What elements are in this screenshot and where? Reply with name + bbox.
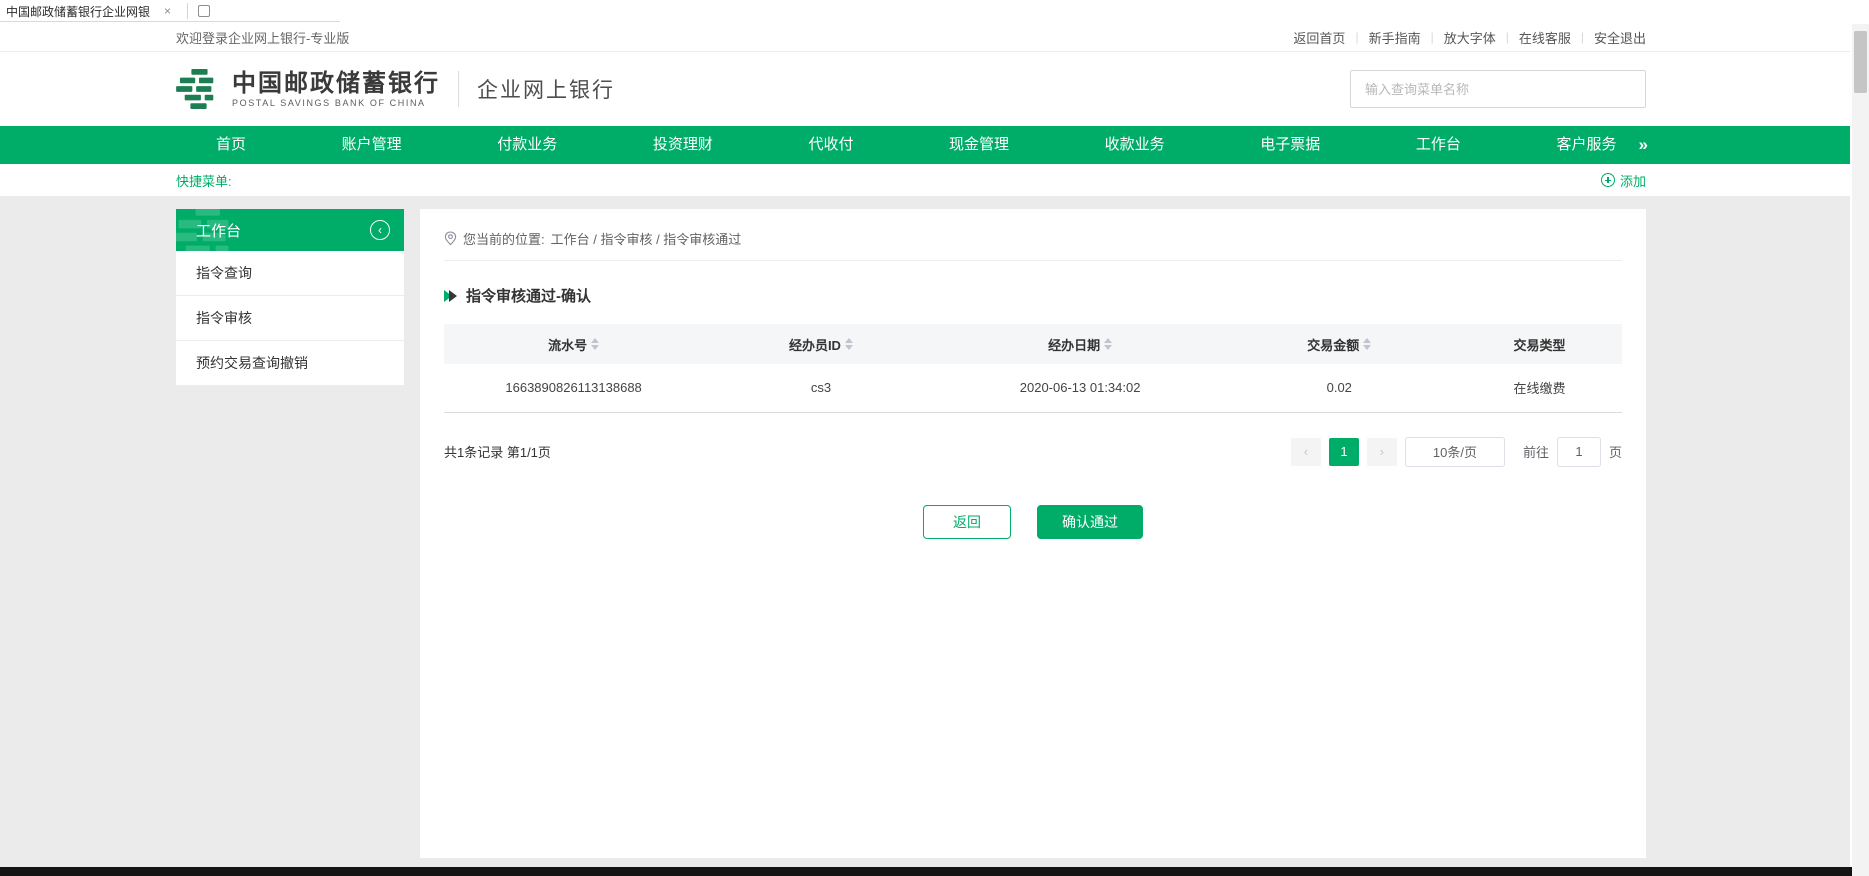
top-link-3[interactable]: 在线客服 (1519, 28, 1571, 47)
breadcrumb-path: 工作台 / 指令审核 / 指令审核通过 (551, 229, 742, 248)
link-separator: | (1581, 30, 1584, 44)
top-link-0[interactable]: 返回首页 (1293, 28, 1345, 47)
app-window: 中国邮政储蓄银行企业网银 × 欢迎登录企业网上银行-专业版 返回首页|新手指南|… (0, 0, 1869, 876)
nav-item-4[interactable]: 代收付 (808, 126, 853, 164)
page-body: 工作台 ‹ 指令查询指令审核预约交易查询撤销 您当前的位置: 工作台 / 指令审… (0, 196, 1850, 868)
column-header-1[interactable]: 经办员ID (703, 324, 939, 364)
tab-close-icon[interactable]: × (164, 5, 171, 17)
prev-page-button[interactable]: ‹ (1291, 438, 1321, 466)
nav-item-7[interactable]: 电子票据 (1260, 126, 1320, 164)
pagination: ‹ 1 › 10条/页 前往 页 (1291, 437, 1622, 467)
breadcrumb: 您当前的位置: 工作台 / 指令审核 / 指令审核通过 (444, 209, 1622, 261)
link-separator: | (1506, 30, 1509, 44)
page-unit-label: 页 (1609, 442, 1622, 461)
table-footer: 共1条记录 第1/1页 ‹ 1 › 10条/页 前往 页 (444, 437, 1622, 467)
link-separator: | (1431, 30, 1434, 44)
sidebar-title: 工作台 (196, 220, 241, 241)
sidebar-collapse-icon[interactable]: ‹ (370, 220, 390, 240)
double-arrow-icon (444, 290, 457, 302)
sort-caret-icon[interactable] (1104, 338, 1112, 350)
column-header-3[interactable]: 交易金额 (1221, 324, 1457, 364)
top-link-1[interactable]: 新手指南 (1369, 28, 1421, 47)
nav-item-3[interactable]: 投资理财 (653, 126, 713, 164)
welcome-text: 欢迎登录企业网上银行-专业版 (176, 28, 349, 47)
record-summary: 共1条记录 第1/1页 (444, 442, 551, 461)
column-header-4: 交易类型 (1457, 324, 1622, 364)
nav-item-2[interactable]: 付款业务 (497, 126, 557, 164)
menu-search-input[interactable] (1350, 70, 1646, 108)
page-number-button[interactable]: 1 (1329, 438, 1359, 466)
action-buttons: 返回 确认通过 (444, 505, 1622, 539)
browser-tab-strip: 中国邮政储蓄银行企业网银 × (0, 0, 1869, 22)
nav-item-8[interactable]: 工作台 (1416, 126, 1461, 164)
column-header-0[interactable]: 流水号 (444, 324, 703, 364)
add-quick-menu-button[interactable]: 添加 (1601, 171, 1646, 190)
column-header-2[interactable]: 经办日期 (939, 324, 1222, 364)
table-cell: 2020-06-13 01:34:02 (939, 364, 1222, 412)
top-link-4[interactable]: 安全退出 (1594, 28, 1646, 47)
site-header: 中国邮政储蓄银行 POSTAL SAVINGS BANK OF CHINA 企业… (0, 52, 1850, 126)
nav-item-6[interactable]: 收款业务 (1105, 126, 1165, 164)
audit-table: 流水号经办员ID经办日期交易金额交易类型 1663890826113138688… (444, 324, 1622, 413)
confirm-pass-button[interactable]: 确认通过 (1037, 505, 1143, 539)
section-title: 指令审核通过-确认 (466, 285, 591, 306)
top-link-2[interactable]: 放大字体 (1444, 28, 1496, 47)
portal-name: 企业网上银行 (477, 74, 615, 104)
psbc-logo-icon (176, 69, 222, 109)
tab-separator (187, 3, 188, 19)
browser-tab[interactable]: 中国邮政储蓄银行企业网银 × (0, 0, 210, 22)
quick-menu-label: 快捷菜单: (176, 171, 232, 190)
table-cell: 1663890826113138688 (444, 364, 703, 412)
nav-item-customer-service[interactable]: 客户服务 (1556, 126, 1616, 164)
plus-circle-icon (1601, 173, 1615, 187)
sidebar-header[interactable]: 工作台 ‹ (176, 209, 404, 251)
sort-caret-icon[interactable] (1363, 338, 1371, 350)
table-cell: 在线缴费 (1457, 364, 1622, 412)
goto-label: 前往 (1523, 442, 1549, 461)
table-cell: 0.02 (1221, 364, 1457, 412)
quick-menu-bar: 快捷菜单: 添加 (0, 164, 1850, 196)
top-links: 返回首页 | 新手指南 | 放大字体 | 在线客服 | 安全退出 (1293, 28, 1646, 47)
sidebar-item-2[interactable]: 预约交易查询撤销 (176, 341, 404, 386)
nav-item-1[interactable]: 账户管理 (342, 126, 402, 164)
sort-caret-icon[interactable] (845, 338, 853, 350)
bottom-black-bar (0, 867, 1856, 876)
link-separator: | (1355, 30, 1358, 44)
table-cell: cs3 (703, 364, 939, 412)
main-panel: 您当前的位置: 工作台 / 指令审核 / 指令审核通过 指令审核通过-确认 流水… (420, 209, 1646, 858)
next-page-button[interactable]: › (1367, 438, 1397, 466)
welcome-bar: 欢迎登录企业网上银行-专业版 返回首页 | 新手指南 | 放大字体 | 在线客服 | 安全退出 (0, 22, 1850, 52)
back-button[interactable]: 返回 (923, 505, 1011, 539)
location-pin-icon (444, 231, 457, 246)
main-nav: 首页 账户管理 付款业务 投资理财 代收付 现金管理 收款业务 电子票据 工作台 客户服务 » (0, 126, 1850, 164)
table-row: 1663890826113138688cs32020-06-13 01:34:0… (444, 364, 1622, 412)
sidebar-item-1[interactable]: 指令审核 (176, 296, 404, 341)
scrollbar-thumb[interactable] (1854, 31, 1867, 93)
page-scrollbar[interactable] (1852, 24, 1869, 876)
section-title-row: 指令审核通过-确认 (444, 285, 1622, 306)
sidebar: 工作台 ‹ 指令查询指令审核预约交易查询撤销 (176, 209, 404, 858)
sort-caret-icon[interactable] (591, 338, 599, 350)
sidebar-item-0[interactable]: 指令查询 (176, 251, 404, 296)
nav-more-icon[interactable]: » (1639, 135, 1646, 155)
header-divider (458, 71, 459, 107)
add-label: 添加 (1620, 171, 1646, 190)
tab-title: 中国邮政储蓄银行企业网银 (6, 3, 150, 20)
new-tab-button[interactable] (198, 5, 210, 17)
page-size-select[interactable]: 10条/页 (1405, 437, 1505, 467)
goto-page-input[interactable] (1557, 437, 1601, 467)
bank-name-cn: 中国邮政储蓄银行 (232, 70, 440, 95)
nav-item-0[interactable]: 首页 (216, 126, 246, 164)
bank-brand: 中国邮政储蓄银行 POSTAL SAVINGS BANK OF CHINA (232, 70, 440, 107)
bank-name-en: POSTAL SAVINGS BANK OF CHINA (232, 98, 440, 108)
nav-item-5[interactable]: 现金管理 (949, 126, 1009, 164)
breadcrumb-prefix: 您当前的位置: (463, 229, 545, 248)
